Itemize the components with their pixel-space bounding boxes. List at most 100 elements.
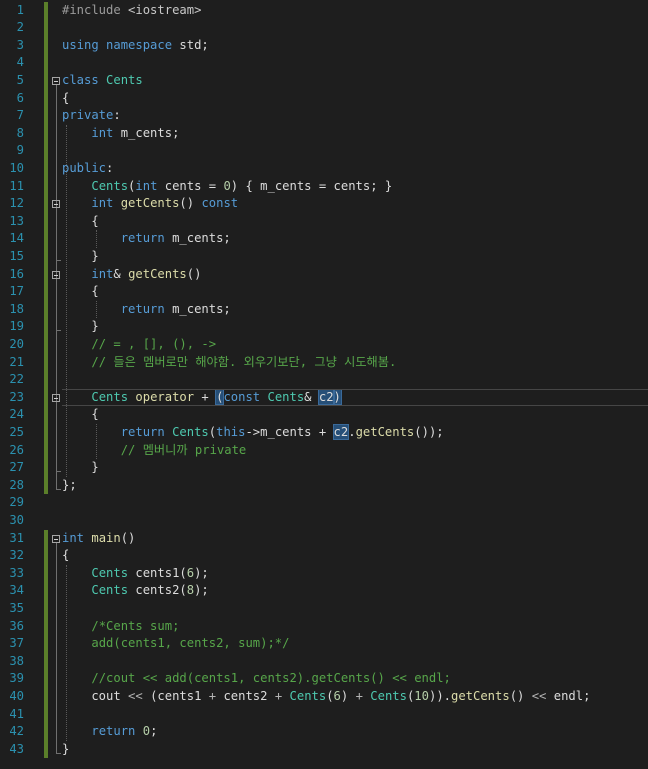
code-line[interactable]: } (62, 741, 69, 759)
code-line[interactable]: }; (62, 477, 77, 495)
code-token: << (128, 688, 143, 703)
line-number: 28 (9, 477, 24, 492)
indent-guide (96, 423, 97, 460)
code-line[interactable]: return m_cents; (62, 230, 231, 248)
code-token: () (120, 530, 136, 545)
code-line[interactable]: { (62, 547, 69, 565)
code-token: : (106, 160, 114, 175)
line-number: 26 (9, 442, 24, 457)
code-line[interactable]: return 0; (62, 723, 157, 741)
code-token: + (355, 688, 363, 703)
code-line[interactable]: Cents cents1(6); (62, 565, 209, 583)
code-line[interactable]: /*Cents sum; (62, 618, 179, 636)
code-line[interactable]: int& getCents() (62, 266, 201, 284)
line-number: 12 (9, 196, 24, 211)
code-token: m_cents; (113, 125, 180, 140)
code-token: ); (194, 565, 209, 580)
code-line[interactable]: Cents(int cents = 0) { m_cents = cents; … (62, 178, 392, 196)
code-line[interactable]: } (62, 459, 99, 477)
change-indicator-bar (44, 1, 48, 495)
code-editor[interactable]: 1 #include <iostream> 2 3 using namespace st… (0, 0, 648, 769)
code-token: 10 (414, 688, 429, 703)
code-token: { (62, 284, 99, 299)
code-line[interactable]: { (62, 406, 99, 424)
line-number: 32 (9, 548, 24, 563)
fold-end-tick (56, 330, 61, 332)
code-token: public (62, 160, 107, 175)
code-token: private (62, 108, 114, 123)
line-number: 21 (9, 354, 24, 369)
code-line[interactable]: } (62, 318, 98, 336)
line-number: 10 (9, 160, 24, 175)
code-line[interactable]: { (62, 90, 69, 108)
code-token: { (62, 213, 99, 228)
code-line[interactable]: } (62, 248, 98, 266)
line-number: 17 (9, 284, 24, 299)
fold-end-tick (56, 752, 61, 754)
code-token: Cents (91, 565, 129, 580)
code-line[interactable]: // 들은 멤버로만 해야함. 외우기보단, 그냥 시도해봄. (62, 354, 396, 372)
line-number: 40 (9, 688, 24, 703)
line-number: 20 (9, 336, 24, 351)
code-line[interactable]: add(cents1, cents2, sum);*/ (62, 635, 289, 653)
code-token: (cents1 (142, 688, 209, 703)
code-line[interactable]: public: (62, 160, 113, 178)
line-number: 6 (16, 90, 24, 105)
code-line[interactable]: class Cents (62, 72, 143, 90)
code-token: ; (150, 724, 158, 739)
collapse-icon[interactable] (52, 534, 60, 543)
code-line[interactable]: #include <iostream> (62, 2, 201, 20)
code-token: }; (62, 477, 77, 492)
code-line[interactable]: // = , [], (), -> (62, 336, 216, 354)
code-token: int (91, 196, 114, 211)
code-token: return (120, 301, 165, 316)
indent-guide (96, 230, 97, 248)
code-token: int (135, 178, 158, 193)
indent-guide (66, 564, 67, 741)
code-line[interactable]: Cents cents2(8); (62, 582, 208, 600)
code-token: 0 (142, 724, 151, 739)
line-number: 34 (9, 583, 24, 598)
code-token: Cents (91, 583, 129, 598)
code-line[interactable]: cout << (cents1 + cents2 + Cents(6) + Ce… (62, 688, 590, 706)
code-line[interactable]: return Cents(this->m_cents + c2.getCents… (62, 423, 444, 442)
code-token: Cents (106, 72, 143, 87)
collapse-icon[interactable] (52, 76, 60, 85)
line-number: 8 (16, 125, 24, 140)
line-number: 36 (9, 618, 24, 633)
code-line[interactable]: int getCents() const (62, 195, 238, 213)
fold-end-tick (56, 488, 61, 490)
code-token: { (62, 407, 99, 422)
line-number: 16 (9, 266, 24, 281)
code-line[interactable]: using namespace std; (62, 37, 209, 55)
code-line[interactable]: { (62, 213, 99, 231)
code-token: & (113, 266, 129, 281)
code-token: int (62, 530, 85, 545)
line-number: 18 (9, 301, 24, 316)
code-line[interactable]: private: (62, 107, 121, 125)
indent-guide (66, 124, 67, 477)
code-line[interactable]: //cout << add(cents1, cents2).getCents()… (62, 670, 451, 688)
line-number: 7 (16, 108, 24, 123)
code-line[interactable]: { (62, 283, 99, 301)
collapse-icon[interactable] (52, 393, 60, 402)
indent-guide (96, 300, 97, 319)
code-token: { (62, 90, 70, 105)
code-token: class (62, 72, 99, 87)
code-token: } (62, 460, 99, 475)
line-number: 35 (9, 600, 24, 615)
collapse-icon[interactable] (52, 270, 60, 279)
line-number: 24 (9, 407, 24, 422)
code-token: m_cents; (164, 231, 231, 246)
collapse-icon[interactable] (52, 200, 60, 209)
code-token: /*Cents sum; (91, 618, 180, 633)
line-number: 4 (16, 55, 24, 70)
code-line[interactable]: // 멤버니까 private (62, 442, 247, 460)
code-token: getCents (128, 266, 187, 281)
fold-guide-line (56, 401, 57, 472)
code-line[interactable]: int main() (62, 530, 135, 548)
code-line[interactable]: return m_cents; (62, 301, 231, 319)
code-line[interactable]: int m_cents; (62, 125, 179, 143)
